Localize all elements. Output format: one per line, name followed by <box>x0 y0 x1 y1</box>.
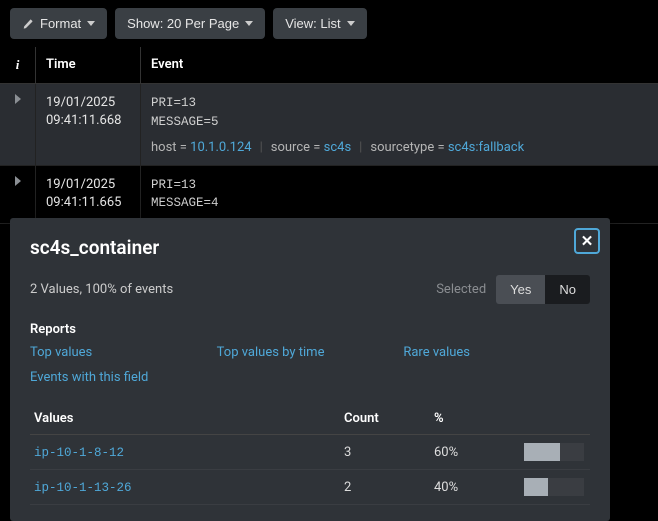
meta-val-host[interactable]: 10.1.0.124 <box>190 140 251 155</box>
raw-line: MESSAGE=4 <box>151 194 648 213</box>
col-header-values[interactable]: Values <box>30 405 340 435</box>
event-row: 19/01/2025 09:41:11.668 PRI=13 MESSAGE=5… <box>0 84 658 166</box>
event-content: PRI=13 MESSAGE=5 host = 10.1.0.124 | sou… <box>141 84 658 165</box>
caret-down-icon <box>87 21 95 26</box>
values-row: ip-10-1-8-12 3 60% <box>30 435 590 470</box>
col-header-info[interactable]: i <box>0 47 36 83</box>
raw-line: PRI=13 <box>151 94 648 113</box>
popup-title: sc4s_container <box>30 236 590 259</box>
caret-down-icon <box>347 21 355 26</box>
pencil-icon <box>22 18 34 30</box>
link-top-values[interactable]: Top values <box>30 345 217 360</box>
event-time: 19/01/2025 09:41:11.668 <box>36 84 141 165</box>
selected-no-button[interactable]: No <box>545 275 590 304</box>
values-row: ip-10-1-13-26 2 40% <box>30 470 590 505</box>
format-button[interactable]: Format <box>10 8 107 39</box>
col-header-event[interactable]: Event <box>141 47 658 83</box>
toolbar: Format Show: 20 Per Page View: List <box>0 0 658 47</box>
show-per-page-button[interactable]: Show: 20 Per Page <box>115 8 265 39</box>
chevron-right-icon <box>15 176 21 186</box>
view-label: View: List <box>285 16 340 31</box>
pct-bar-fill <box>524 478 548 496</box>
col-header-pct[interactable]: % <box>430 405 520 435</box>
col-header-count[interactable]: Count <box>340 405 430 435</box>
selected-toggle: Yes No <box>496 275 590 304</box>
selected-yes-button[interactable]: Yes <box>496 275 545 304</box>
reports-label: Reports <box>30 322 590 337</box>
event-row: 19/01/2025 09:41:11.665 PRI=13 MESSAGE=4 <box>0 166 658 225</box>
event-timestamp: 09:41:11.665 <box>46 194 130 212</box>
raw-line: MESSAGE=5 <box>151 113 648 132</box>
meta-val-sourcetype[interactable]: sc4s:fallback <box>448 140 524 155</box>
view-button[interactable]: View: List <box>273 8 366 39</box>
event-content: PRI=13 MESSAGE=4 <box>141 166 658 224</box>
link-events-with-field[interactable]: Events with this field <box>30 370 217 385</box>
value-link[interactable]: ip-10-1-13-26 <box>34 481 132 495</box>
events-table-header: i Time Event <box>0 47 658 84</box>
meta-key-sourcetype: sourcetype = <box>370 140 444 155</box>
reports-links: Top values Top values by time Rare value… <box>30 345 590 385</box>
pct-bar <box>524 478 584 496</box>
col-header-bar <box>520 405 590 435</box>
value-pct: 60% <box>430 435 520 470</box>
field-detail-popup: ✕ sc4s_container 2 Values, 100% of event… <box>10 218 610 521</box>
close-icon: ✕ <box>581 232 594 250</box>
chevron-right-icon <box>15 94 21 104</box>
format-label: Format <box>40 16 81 31</box>
selected-label: Selected <box>436 282 486 297</box>
value-count: 2 <box>340 470 430 505</box>
value-link[interactable]: ip-10-1-8-12 <box>34 446 124 460</box>
event-time: 19/01/2025 09:41:11.665 <box>36 166 141 224</box>
pct-bar <box>524 443 584 461</box>
meta-key-source: source = <box>271 140 321 155</box>
link-rare-values[interactable]: Rare values <box>403 345 590 360</box>
expand-row-button[interactable] <box>0 166 36 224</box>
show-label: Show: 20 Per Page <box>127 16 239 31</box>
meta-separator: | <box>359 140 362 155</box>
expand-row-button[interactable] <box>0 84 36 165</box>
meta-separator: | <box>260 140 263 155</box>
values-table: Values Count % ip-10-1-8-12 3 60% ip-10-… <box>30 405 590 505</box>
event-date: 19/01/2025 <box>46 94 130 112</box>
value-count: 3 <box>340 435 430 470</box>
event-meta: host = 10.1.0.124 | source = sc4s | sour… <box>151 140 648 155</box>
meta-key-host: host = <box>151 140 187 155</box>
pct-bar-fill <box>524 443 560 461</box>
caret-down-icon <box>245 21 253 26</box>
raw-line: PRI=13 <box>151 176 648 195</box>
close-button[interactable]: ✕ <box>574 228 600 254</box>
col-header-time[interactable]: Time <box>36 47 141 83</box>
meta-val-source[interactable]: sc4s <box>324 140 352 155</box>
value-pct: 40% <box>430 470 520 505</box>
link-top-values-by-time[interactable]: Top values by time <box>217 345 404 360</box>
event-timestamp: 09:41:11.668 <box>46 112 130 130</box>
popup-subtitle: 2 Values, 100% of events <box>30 282 173 297</box>
event-date: 19/01/2025 <box>46 176 130 194</box>
